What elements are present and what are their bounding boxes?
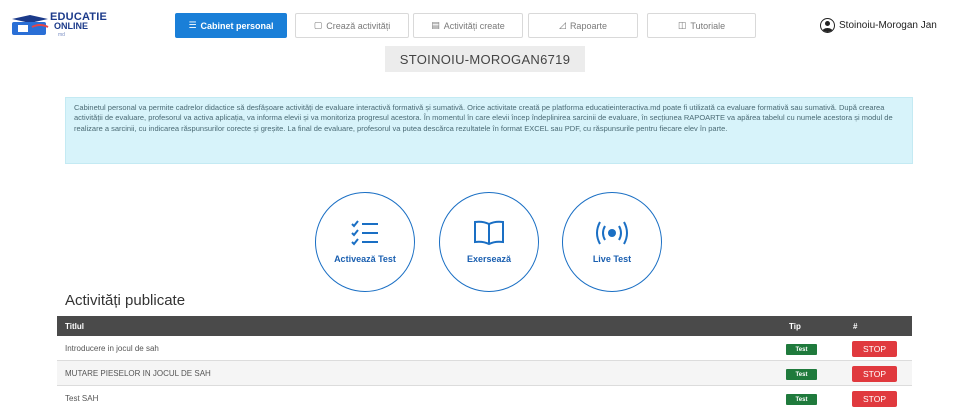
stop-button[interactable]: STOP <box>852 341 897 357</box>
open-book-icon <box>473 220 505 246</box>
live-test-label: Live Test <box>592 254 632 264</box>
table-row: Test SAH Test STOP <box>57 386 912 410</box>
broadcast-icon <box>594 220 630 246</box>
nav-label: Crează activități <box>326 20 391 31</box>
nav-label: Cabinet personal <box>200 20 274 31</box>
column-header-type: Tip <box>789 322 801 331</box>
nav-tutoriale[interactable]: ◫ Tutoriale <box>647 13 756 38</box>
brand-logo[interactable]: EDUCATIE ONLINE md <box>10 9 107 41</box>
row-title: Test SAH <box>65 394 99 403</box>
logo-tagline: md <box>58 32 65 38</box>
logo-mark-icon <box>12 15 49 35</box>
exerseaza-button[interactable]: Exersează <box>439 192 539 292</box>
exerseaza-label: Exersează <box>466 254 512 264</box>
document-icon: ▤ <box>431 20 440 30</box>
stop-button[interactable]: STOP <box>852 366 897 382</box>
nav-label: Tutoriale <box>690 20 726 31</box>
activate-test-label: Activează Test <box>334 254 396 264</box>
published-activities-table: Titlul Tip # Introducere in jocul de sah… <box>57 316 912 410</box>
edit-icon: ▢ <box>313 20 323 30</box>
row-title: Introducere in jocul de sah <box>65 344 159 353</box>
column-header-title: Titlul <box>65 322 84 331</box>
user-code-banner: STOINOIU-MOROGAN6719 <box>385 46 585 72</box>
nav-rapoarte[interactable]: ◿ Rapoarte <box>528 13 638 38</box>
nav-label: Activități create <box>443 20 505 31</box>
column-header-actions: # <box>853 322 858 331</box>
live-test-button[interactable]: Live Test <box>562 192 662 292</box>
nav-activitati-create[interactable]: ▤ Activități create <box>413 13 523 38</box>
info-alert: Cabinetul personal va permite cadrelor d… <box>65 97 913 164</box>
user-menu[interactable]: Stoinoiu-Morogan Jan <box>820 14 937 36</box>
activate-test-button[interactable]: Activează Test <box>315 192 415 292</box>
stop-button[interactable]: STOP <box>852 391 897 407</box>
nav-creeaza-activitati[interactable]: ▢ Crează activități <box>295 13 409 38</box>
checklist-icon <box>350 220 380 246</box>
table-row: MUTARE PIESELOR IN JOCUL DE SAH Test STO… <box>57 361 912 386</box>
user-circle-icon <box>820 17 835 33</box>
type-badge: Test <box>786 394 817 405</box>
chart-icon: ◿ <box>559 20 566 30</box>
top-navbar: EDUCATIE ONLINE md ☰ Cabinet personal ▢ … <box>0 0 957 48</box>
nav-cabinet-personal[interactable]: ☰ Cabinet personal <box>175 13 287 38</box>
table-header: Titlul Tip # <box>57 316 912 336</box>
list-icon: ☰ <box>188 20 197 30</box>
nav-label: Rapoarte <box>569 20 607 31</box>
section-title: Activități publicate <box>65 292 186 309</box>
logo-text-line2: ONLINE <box>54 21 89 31</box>
book-icon: ◫ <box>677 20 687 30</box>
user-name: Stoinoiu-Morogan Jan <box>839 19 937 31</box>
table-row: Introducere in jocul de sah Test STOP <box>57 336 912 361</box>
type-badge: Test <box>786 344 817 355</box>
type-badge: Test <box>786 369 817 380</box>
row-title: MUTARE PIESELOR IN JOCUL DE SAH <box>65 369 211 378</box>
